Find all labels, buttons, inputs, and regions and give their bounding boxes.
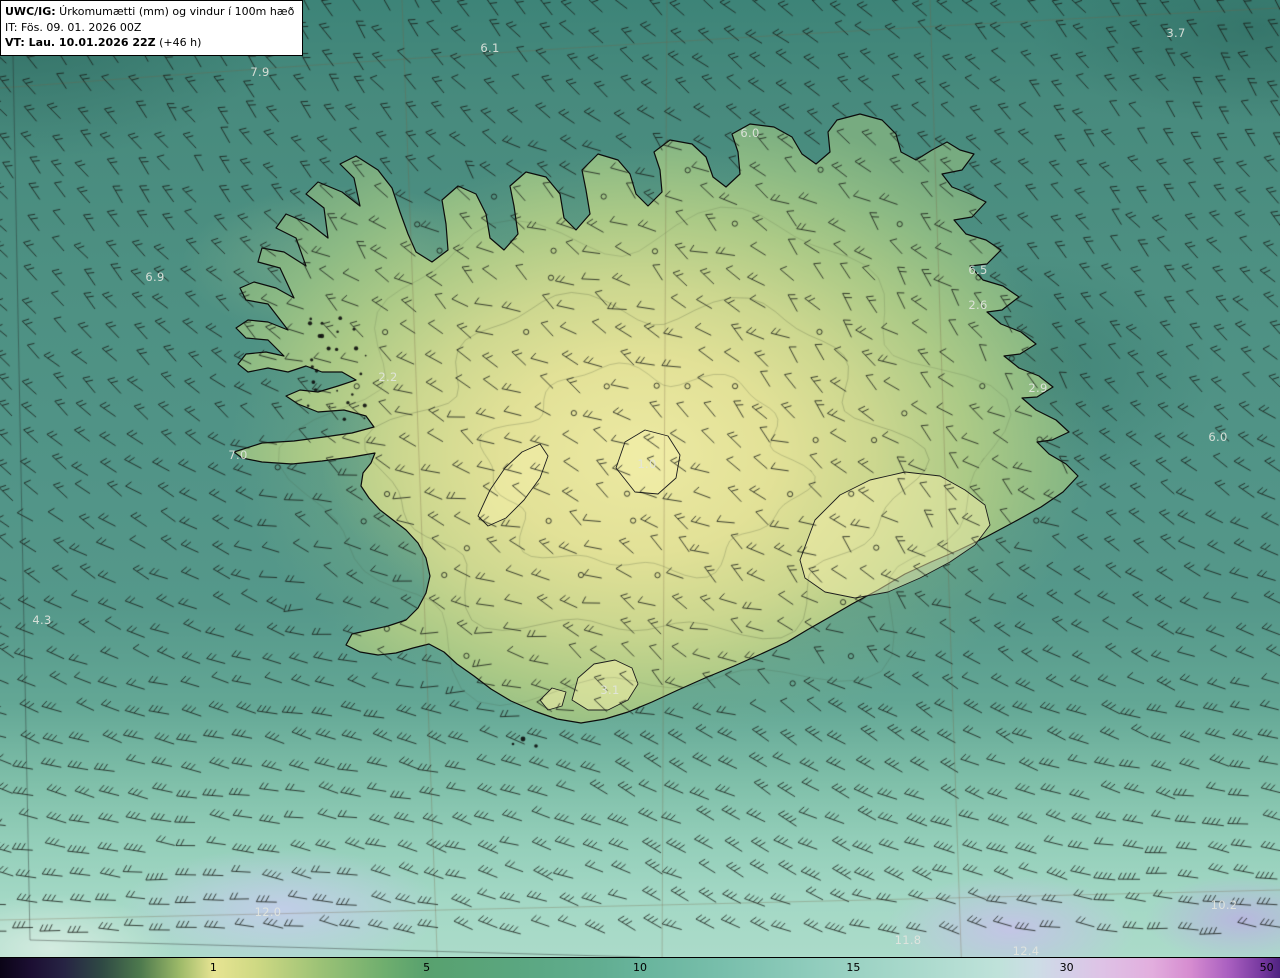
colorbar-tick-label: 15 — [846, 960, 861, 974]
colorbar-tick-label: 10 — [633, 960, 647, 974]
colorbar-tick-label: 5 — [423, 960, 431, 974]
init-time: IT: Fös. 09. 01. 2026 00Z — [5, 20, 142, 34]
model-name: UWC/IG: — [5, 5, 56, 18]
colorbar-tick-label: 1 — [209, 960, 217, 974]
colorbar-tick-label: 30 — [1059, 960, 1074, 974]
colorbar: 1 5 10 15 30 50 — [0, 957, 1280, 978]
wind-barbs-layer — [0, 0, 1280, 978]
title-line: UWC/IG: Úrkomumætti (mm) og vindur í 100… — [5, 4, 294, 20]
valid-time: VT: Lau. 10.01.2026 22Z — [5, 36, 156, 50]
weather-map: 6.1 3.7 7.9 6.0 6.9 6.5 2.6 2.9 6.0 2.2 7.0 1.0 4.3 3… — [0, 0, 1280, 978]
valid-time-line: VT: Lau. 10.01.2026 22Z (+46 h) — [5, 35, 294, 51]
valid-offset: (+46 h) — [155, 36, 202, 50]
colorbar-ticks: 1 5 10 15 30 50 — [0, 958, 1280, 978]
map-title-box: UWC/IG: Úrkomumætti (mm) og vindur í 100… — [0, 0, 304, 56]
map-title: Úrkomumætti (mm) og vindur í 100m hæð — [55, 5, 295, 18]
colorbar-tick-label: 50 — [1259, 960, 1274, 974]
